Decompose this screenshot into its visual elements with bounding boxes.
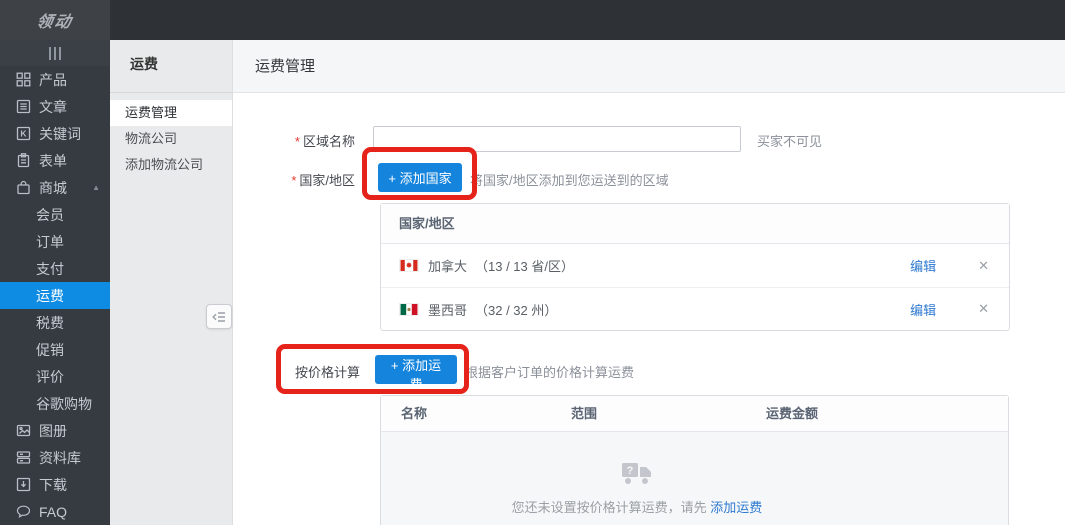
sidebar-item-mall[interactable]: 商城 ▲ — [0, 174, 110, 201]
sidebar-item-downloads[interactable]: 下载 — [0, 471, 110, 498]
content-header: 运费管理 — [233, 40, 1065, 93]
sidebar-item-albums[interactable]: 图册 — [0, 417, 110, 444]
submenu-item-add-logistics-company[interactable]: 添加物流公司 — [110, 152, 232, 178]
sidebar-item-faq[interactable]: FAQ — [0, 498, 110, 525]
remove-country-icon[interactable]: ✕ — [978, 258, 989, 274]
sidebar-item-label: 订单 — [36, 232, 64, 252]
secondary-sidebar: 运费 运费管理 物流公司 添加物流公司 — [110, 40, 233, 525]
add-shipping-fee-button[interactable]: + 添加运费 — [375, 355, 457, 384]
grid-icon — [16, 72, 31, 87]
sidebar-item-label: 图册 — [39, 421, 67, 441]
buyer-invisible-hint: 买家不可见 — [757, 131, 822, 150]
sidebar-item-label: 评价 — [36, 367, 64, 387]
outdent-icon — [212, 311, 226, 323]
sidebar-item-label: 税费 — [36, 313, 64, 333]
sidebar-item-label: 谷歌购物 — [36, 394, 92, 414]
app-logo[interactable]: 领动 — [0, 0, 110, 40]
sidebar-item-forms[interactable]: 表单 — [0, 147, 110, 174]
panel-collapse-button[interactable] — [206, 304, 232, 329]
sidebar-item-payments[interactable]: 支付 — [0, 255, 110, 282]
price-table-header: 名称 范围 运费金额 — [381, 396, 1008, 432]
shipping-management-page: 领动 产品 文章 K 关键词 — [0, 0, 1065, 525]
sidebar-item-taxes[interactable]: 税费 — [0, 309, 110, 336]
sidebar-item-reviews[interactable]: 评价 — [0, 363, 110, 390]
required-mark: * — [291, 173, 296, 188]
column-name: 名称 — [401, 396, 427, 432]
sidebar-item-label: 支付 — [36, 259, 64, 279]
sidebar-item-articles[interactable]: 文章 — [0, 93, 110, 120]
sidebar-item-keywords[interactable]: K 关键词 — [0, 120, 110, 147]
stack-icon — [16, 450, 31, 465]
sidebar-item-label: 表单 — [39, 151, 67, 171]
empty-state: ? 您还未设置按价格计算运费，请先 添加运费 — [381, 432, 893, 516]
primary-sidebar: 产品 文章 K 关键词 表单 商城 ▲ 会员 — [0, 40, 110, 525]
column-fee-amount: 运费金额 — [766, 396, 818, 432]
add-country-button[interactable]: + 添加国家 — [378, 163, 462, 192]
empty-state-text: 您还未设置按价格计算运费，请先 添加运费 — [381, 497, 893, 516]
sidebar-item-label: 关键词 — [39, 124, 81, 144]
truck-question-icon: ? — [620, 460, 654, 488]
page-title: 运费管理 — [255, 40, 315, 93]
region-name-input[interactable] — [373, 126, 741, 152]
add-shipping-fee-link[interactable]: 添加运费 — [710, 500, 762, 515]
mexico-flag-icon — [399, 303, 419, 316]
sidebar-item-members[interactable]: 会员 — [0, 201, 110, 228]
download-icon — [16, 477, 31, 492]
sidebar-item-label: 商城 — [39, 178, 67, 198]
logo-text: 领动 — [35, 8, 75, 32]
sidebar-item-library[interactable]: 资料库 — [0, 444, 110, 471]
sidebar-item-products[interactable]: 产品 — [0, 66, 110, 93]
sidebar-item-label: 促销 — [36, 340, 64, 360]
edit-link[interactable]: 编辑 — [910, 300, 936, 319]
submenu-title: 运费 — [130, 54, 158, 74]
shopping-bag-icon — [16, 180, 31, 195]
main-content: 运费管理 *区域名称 买家不可见 *国家/地区 + 添加国家 将国家/地区添加到… — [233, 40, 1065, 525]
sidebar-collapse-button[interactable] — [0, 40, 110, 66]
country-name: 加拿大 — [428, 256, 467, 275]
country-detail: （32 / 32 州） — [475, 300, 557, 319]
picture-icon — [16, 423, 31, 438]
caret-up-icon: ▲ — [92, 183, 100, 192]
add-country-hint: 将国家/地区添加到您运送到的区域 — [470, 170, 669, 189]
countries-table-header: 国家/地区 — [381, 204, 1009, 244]
table-row-mexico: 墨西哥 （32 / 32 州） 编辑 ✕ — [381, 287, 1009, 330]
submenu-item-logistics-companies[interactable]: 物流公司 — [110, 126, 232, 152]
sidebar-item-label: 运费 — [36, 286, 64, 306]
sidebar-item-promotions[interactable]: 促销 — [0, 336, 110, 363]
chat-bubble-icon — [16, 504, 31, 519]
sidebar-item-orders[interactable]: 订单 — [0, 228, 110, 255]
divider — [110, 92, 232, 93]
table-row-canada: 加拿大 （13 / 13 省/区） 编辑 ✕ — [381, 244, 1009, 287]
sidebar-item-shipping[interactable]: 运费 — [0, 282, 110, 309]
country-name: 墨西哥 — [428, 300, 467, 319]
required-mark: * — [295, 134, 300, 149]
canada-flag-icon — [399, 259, 419, 272]
sidebar-item-label: 资料库 — [39, 448, 81, 468]
submenu-item-shipping-management[interactable]: 运费管理 — [110, 100, 232, 126]
price-calc-hint: 根据客户订单的价格计算运费 — [465, 362, 634, 381]
countries-table: 国家/地区 加拿大 （13 / 13 省/区） 编辑 ✕ 墨西哥 （32 / 3… — [380, 203, 1010, 331]
svg-text:K: K — [20, 129, 27, 139]
country-region-label: *国家/地区 — [253, 170, 355, 189]
article-icon — [16, 99, 31, 114]
collapse-bars-icon — [49, 47, 61, 60]
svg-text:?: ? — [627, 465, 634, 477]
topbar: 领动 — [0, 0, 1065, 40]
keyword-icon: K — [16, 126, 31, 141]
column-range: 范围 — [571, 396, 597, 432]
price-rules-table: 名称 范围 运费金额 ? 您还未设置按价格计算运费，请先 添加运费 — [380, 395, 1009, 525]
clipboard-icon — [16, 153, 31, 168]
sidebar-item-label: 文章 — [39, 97, 67, 117]
sidebar-item-google-shopping[interactable]: 谷歌购物 — [0, 390, 110, 417]
remove-country-icon[interactable]: ✕ — [978, 301, 989, 317]
price-table-body: ? 您还未设置按价格计算运费，请先 添加运费 — [381, 432, 1008, 525]
price-calc-label: 按价格计算 — [253, 362, 360, 381]
region-name-label: *区域名称 — [253, 131, 355, 150]
sidebar-item-label: 产品 — [39, 70, 67, 90]
sidebar-item-label: 会员 — [36, 205, 64, 225]
sidebar-item-label: FAQ — [39, 504, 67, 520]
sidebar-item-label: 下载 — [39, 475, 67, 495]
country-detail: （13 / 13 省/区） — [475, 256, 574, 275]
edit-link[interactable]: 编辑 — [910, 256, 936, 275]
